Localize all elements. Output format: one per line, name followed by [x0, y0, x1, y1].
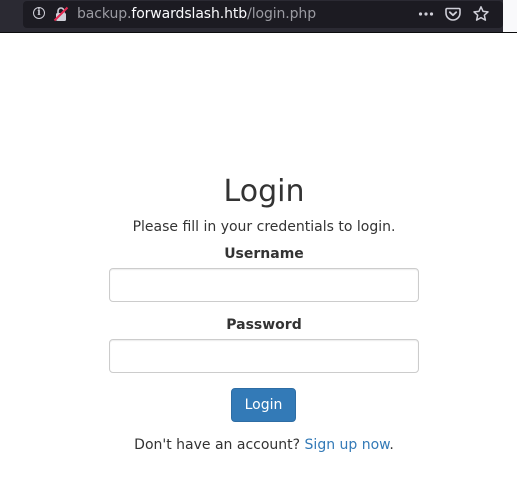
url-path: /login.php — [247, 6, 316, 22]
username-label: Username — [224, 246, 304, 262]
signup-link[interactable]: Sign up now — [305, 437, 390, 453]
login-button[interactable]: Login — [231, 388, 296, 422]
address-bar[interactable]: i backup.forwardslash.htb/login.php — [23, 1, 503, 28]
url-text[interactable]: backup.forwardslash.htb/login.php — [77, 5, 316, 23]
more-actions-icon[interactable] — [417, 5, 435, 23]
url-subdomain: backup. — [77, 6, 132, 22]
signup-prompt: Don't have an account? — [134, 437, 301, 453]
username-input[interactable] — [109, 268, 419, 302]
signup-line: Don't have an account? Sign up now. — [109, 435, 419, 455]
pocket-icon[interactable] — [444, 5, 462, 23]
page-title: Login — [223, 174, 305, 209]
insecure-connection-icon[interactable] — [53, 6, 69, 22]
info-icon[interactable]: i — [33, 7, 45, 19]
password-input[interactable] — [109, 339, 419, 373]
url-host: forwardslash.htb — [131, 6, 248, 22]
bookmark-star-icon[interactable] — [472, 5, 490, 23]
password-label: Password — [226, 317, 302, 333]
browser-toolbar: i backup.forwardslash.htb/login.php — [0, 0, 517, 33]
login-intro-text: Please fill in your credentials to login… — [132, 219, 396, 235]
toolbar-edge — [503, 0, 517, 32]
signup-suffix: . — [389, 437, 394, 453]
